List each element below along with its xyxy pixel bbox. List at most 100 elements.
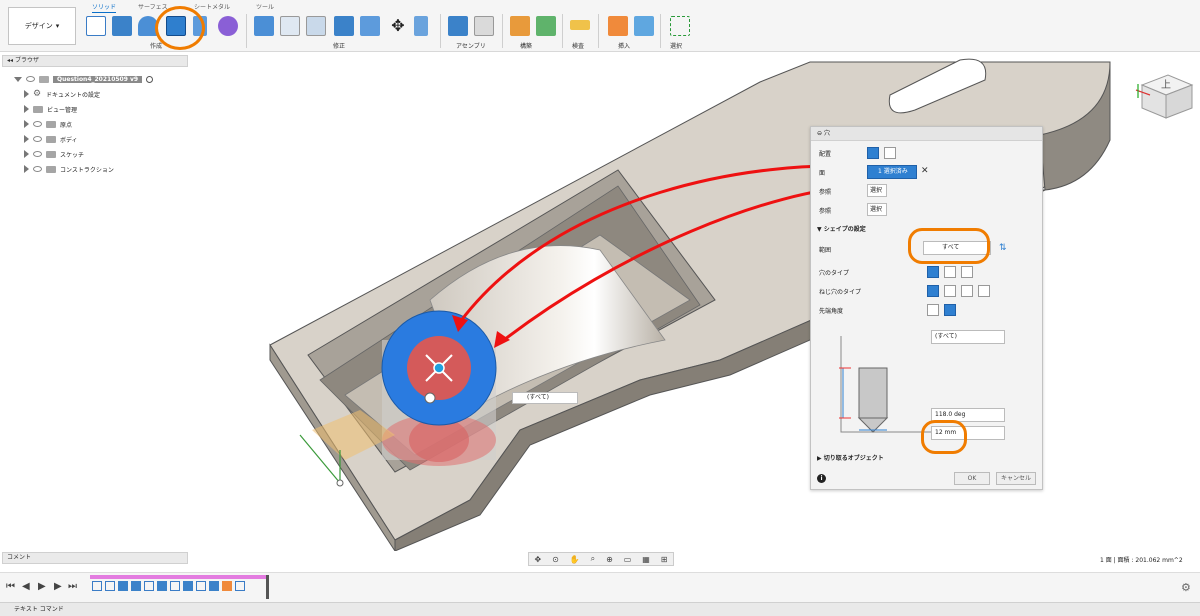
shape-settings-header[interactable]: ▼ シェイプの設定 [817,224,866,233]
expand-triangle-icon[interactable] [24,165,29,173]
visibility-eye-icon[interactable] [33,121,42,127]
fillet-icon[interactable] [280,16,300,36]
look-at-icon[interactable]: ⊙ [552,555,559,564]
simple-hole-button[interactable] [927,266,939,278]
browser-item-origin[interactable]: 原点 [10,118,72,130]
display-settings-icon[interactable]: ▭ [624,555,632,564]
play-icon[interactable]: ▶ [38,581,46,592]
move-icon[interactable]: ✥ [388,16,408,36]
single-hole-placement-button[interactable] [867,147,879,159]
step-back-icon[interactable]: ◀ [22,581,30,592]
reference2-select-button[interactable]: 選択 [867,203,887,216]
revolve-icon[interactable] [138,16,158,36]
design-workspace-button[interactable]: デザイン ▾ [8,7,76,45]
browser-root-item[interactable]: Question4_20210509 v9 [14,73,154,85]
combine-icon[interactable] [360,16,380,36]
objects-to-cut-header[interactable]: ▶ 切り取るオブジェクト [817,453,884,462]
tab-tools[interactable]: ツール [256,2,274,11]
pattern-icon[interactable] [193,16,207,36]
taper-tapped-button[interactable] [978,285,990,297]
flip-direction-icon[interactable]: ⇅ [999,243,1007,253]
depth-handle[interactable] [424,392,436,404]
browser-item-sketches[interactable]: スケッチ [10,148,84,160]
align-icon[interactable] [414,16,428,36]
text-commands-bar[interactable]: テキスト コマンド [0,602,1200,616]
insert-derive-icon[interactable] [608,16,628,36]
grid-icon[interactable]: ▦ [642,555,650,564]
browser-item-named-views[interactable]: ビュー管理 [10,103,77,115]
create-form-icon[interactable] [218,16,238,36]
expand-triangle-icon[interactable]: ▶ [817,455,822,462]
comments-panel-header[interactable]: コメント [2,552,188,564]
dialog-collapse-icon[interactable]: ⊖ [817,130,822,137]
browser-item-document-settings[interactable]: ⚙ ドキュメントの設定 [10,88,100,100]
countersink-hole-button[interactable] [961,266,973,278]
new-component-icon[interactable] [448,16,468,36]
cancel-button[interactable]: キャンセル [996,472,1036,485]
sketch-placement-button[interactable] [884,147,896,159]
visibility-eye-icon[interactable] [33,151,42,157]
press-pull-icon[interactable] [254,16,274,36]
face-select-button[interactable]: 1 選択済み [867,165,917,179]
timeline-extrude-icon[interactable] [183,581,193,591]
flat-drill-point-button[interactable] [927,304,939,316]
extent-dropdown[interactable]: すべて [923,241,991,255]
tab-sheet-metal[interactable]: シートメタル [194,2,230,11]
shell-icon[interactable] [334,16,354,36]
timeline-marker[interactable] [266,575,269,599]
timeline-sketch-icon[interactable] [105,581,115,591]
timeline-sketch-icon[interactable] [196,581,206,591]
select-icon[interactable] [670,16,690,36]
offset-plane-icon[interactable] [510,16,530,36]
browser-item-bodies[interactable]: ボディ [10,133,78,145]
clearance-tap-button[interactable] [944,285,956,297]
zoom-icon[interactable]: ⌕ [591,554,595,564]
viewports-icon[interactable]: ⊞ [661,555,668,564]
clear-selection-icon[interactable]: ✕ [921,166,929,176]
group-select-label[interactable]: 選択 [670,41,682,50]
go-to-start-icon[interactable]: ⏮ [6,581,15,592]
visibility-eye-icon[interactable] [26,76,35,82]
group-insert-label[interactable]: 挿入 [618,41,630,50]
angled-drill-point-button[interactable] [944,304,956,316]
timeline-settings-gear-icon[interactable]: ⚙ [1181,581,1191,594]
insert-image-icon[interactable] [634,16,654,36]
step-forward-icon[interactable]: ▶ [54,581,62,592]
visibility-eye-icon[interactable] [33,136,42,142]
group-create-label[interactable]: 作成 [150,41,162,50]
reference1-select-button[interactable]: 選択 [867,184,887,197]
expand-triangle-icon[interactable] [24,135,29,143]
expand-triangle-icon[interactable] [24,90,29,98]
group-assemble-label[interactable]: アセンブリ [456,41,486,50]
extrude-icon[interactable] [112,16,132,36]
expand-triangle-icon[interactable] [14,76,22,82]
depth-field[interactable]: (すべて) [931,330,1005,344]
timeline-extrude-icon[interactable] [209,581,219,591]
ok-button[interactable]: OK [954,472,990,485]
create-sketch-icon[interactable] [86,16,106,36]
simple-tap-button[interactable] [927,285,939,297]
timeline-sketch-icon[interactable] [92,581,102,591]
go-to-end-icon[interactable]: ⏭ [68,581,77,592]
document-name[interactable]: Question4_20210509 v9 [53,75,143,83]
timeline-extrude-icon[interactable] [118,581,128,591]
timeline-sketch-icon[interactable] [170,581,180,591]
timeline-extrude-icon[interactable] [131,581,141,591]
browser-header[interactable]: ◂◂ ブラウザ [2,55,188,67]
diameter-field[interactable]: 12 mm [931,426,1005,440]
expand-triangle-icon[interactable] [24,105,29,113]
group-inspect-label[interactable]: 検査 [572,41,584,50]
expand-triangle-icon[interactable] [24,120,29,128]
orbit-icon[interactable]: ✥ [534,555,541,564]
browser-collapse-icon[interactable]: ◂◂ [7,57,13,64]
tapped-button[interactable] [961,285,973,297]
chamfer-icon[interactable] [306,16,326,36]
joint-icon[interactable] [474,16,494,36]
timeline-sketch-icon[interactable] [235,581,245,591]
tab-surface[interactable]: サーフェス [138,2,168,11]
collapse-triangle-icon[interactable]: ▼ [817,226,822,233]
inline-extent-field[interactable]: (すべて) [512,392,578,404]
midplane-icon[interactable] [536,16,556,36]
timeline-extrude-icon[interactable] [157,581,167,591]
timeline-sketch-icon[interactable] [144,581,154,591]
